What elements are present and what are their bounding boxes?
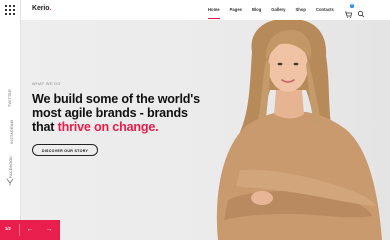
section-eyebrow: What we do xyxy=(32,82,61,86)
hero-headline: We build some of the world's most agile … xyxy=(32,92,222,135)
eye-right xyxy=(293,62,299,66)
prev-slide-button[interactable]: ← xyxy=(26,225,34,235)
neck xyxy=(274,90,304,119)
social-label: Facebook xyxy=(9,155,14,179)
scroll-down-icon[interactable] xyxy=(6,178,14,186)
social-label: Instagram xyxy=(9,120,14,144)
cart-button[interactable]: 0 xyxy=(344,4,354,18)
social-link-twitter[interactable]: Twitter xyxy=(0,86,20,108)
headline-line-1: We build some of the world's xyxy=(32,92,200,106)
top-header: Kerio. Home Pages Blog Gallery Shop Cont… xyxy=(20,0,390,20)
nav-gallery[interactable]: Gallery xyxy=(271,7,285,12)
cart-icon xyxy=(345,11,352,18)
menu-grid-icon[interactable] xyxy=(5,5,15,15)
brand-dot: . xyxy=(49,5,52,12)
left-sidebar: Twitter Instagram Facebook xyxy=(0,0,21,240)
nav-home[interactable]: Home xyxy=(208,7,220,19)
social-link-facebook[interactable]: Facebook xyxy=(0,155,20,178)
social-link-instagram[interactable]: Instagram xyxy=(0,120,20,144)
brand-name: Kerio xyxy=(32,5,50,12)
eye-left xyxy=(277,62,283,66)
nav-pages[interactable]: Pages xyxy=(230,7,242,12)
headline-line-2: most agile brands - brands xyxy=(32,106,188,121)
next-slide-button[interactable]: → xyxy=(45,225,53,235)
search-button[interactable] xyxy=(357,5,365,18)
hero-woman-image xyxy=(216,20,382,240)
brand-logo[interactable]: Kerio. xyxy=(32,5,51,12)
nav-blog[interactable]: Blog xyxy=(252,7,261,12)
headline-prefix: that xyxy=(32,120,58,135)
social-label: Twitter xyxy=(7,88,12,108)
nav-contacts[interactable]: Contacts xyxy=(316,7,334,12)
headline-accent: thrive on change. xyxy=(57,120,159,135)
nav-shop[interactable]: Shop xyxy=(296,7,306,12)
slide-counter: 1/2 xyxy=(5,226,11,231)
search-icon xyxy=(357,10,365,18)
cart-count-badge: 0 xyxy=(350,4,354,8)
hand xyxy=(251,191,273,205)
slider-divider xyxy=(19,224,20,236)
main-nav: Home Pages Blog Gallery Shop Contacts xyxy=(208,7,344,19)
discover-story-button[interactable]: Discover our story xyxy=(32,144,98,156)
slider-controls: 1/2 ← → xyxy=(0,220,60,240)
